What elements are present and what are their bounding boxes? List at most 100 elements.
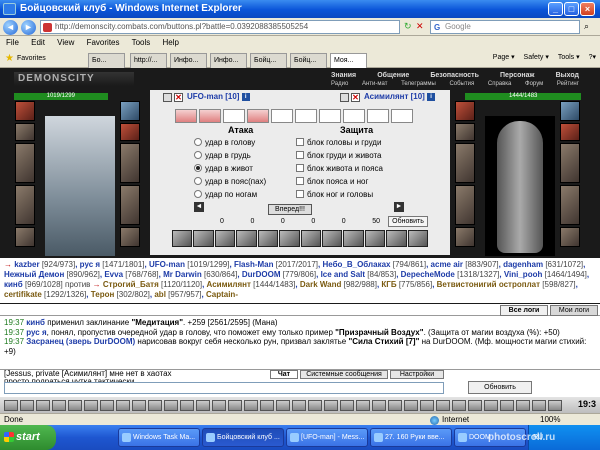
toolbar-icon[interactable] <box>516 399 530 411</box>
toolbar-icon[interactable] <box>292 399 306 411</box>
roster-player[interactable]: abl <box>154 290 166 299</box>
spell-icon[interactable] <box>407 230 429 247</box>
info-icon[interactable]: i <box>427 92 436 101</box>
tab-system-messages[interactable]: Системные сообщения <box>300 370 388 379</box>
game-menu-item[interactable]: Безопасность <box>430 72 479 81</box>
tab-all-logs[interactable]: Все логи <box>500 305 548 316</box>
fighter-right-name[interactable]: Асимилянт [10] i <box>364 92 436 101</box>
trick-slot-icon[interactable] <box>295 109 317 123</box>
toolbar-icon[interactable] <box>180 399 194 411</box>
spell-icon[interactable] <box>193 230 214 247</box>
update-button[interactable]: Обновить <box>388 216 428 227</box>
taskbar-item[interactable]: 27. 160 Руки вве... <box>370 428 452 447</box>
roster-player[interactable]: Dark Wand <box>300 280 342 289</box>
toolbar-icon[interactable] <box>148 399 162 411</box>
forward-arrow-icon[interactable]: ► <box>21 20 36 35</box>
toolbar-icon[interactable] <box>68 399 82 411</box>
spell-icon[interactable] <box>321 230 343 247</box>
trick-slot-icon[interactable] <box>343 109 365 123</box>
roster-player[interactable]: Vini_pooh <box>504 270 543 279</box>
boots-slot-icon[interactable] <box>120 227 140 247</box>
toolbar-icon[interactable] <box>484 399 498 411</box>
toolbar-icon[interactable] <box>36 399 50 411</box>
spell-icon[interactable] <box>214 230 236 247</box>
refresh-icon[interactable]: ↻ <box>404 21 412 32</box>
menu-view[interactable]: View <box>57 38 74 47</box>
roster-player[interactable]: acme air <box>431 260 463 269</box>
roster-player[interactable]: DepecheMode <box>401 270 455 279</box>
help-menu[interactable]: ?▾ <box>589 54 596 61</box>
roster-player[interactable]: Evva <box>104 270 123 279</box>
trick-slot-icon[interactable] <box>319 109 341 123</box>
toolbar-icon[interactable] <box>52 399 66 411</box>
info-icon[interactable]: i <box>241 92 250 101</box>
menu-favorites[interactable]: Favorites <box>87 38 120 47</box>
game-menu-item[interactable]: Выход <box>556 72 579 81</box>
close-button[interactable]: × <box>580 2 595 16</box>
maximize-button[interactable]: □ <box>564 2 579 16</box>
tools-menu[interactable]: Tools ▾ <box>558 54 580 61</box>
belt-slot-icon[interactable] <box>15 227 35 247</box>
game-submenu-item[interactable]: Справка <box>488 81 512 89</box>
roster-player[interactable]: kazber <box>14 260 39 269</box>
game-menu-item[interactable]: Общение <box>377 72 409 81</box>
toolbar-icon[interactable] <box>164 399 178 411</box>
trick-slot-icon[interactable] <box>391 109 413 123</box>
defense-checkbox[interactable] <box>296 177 304 185</box>
fighter-left-name[interactable]: UFO-man [10] i <box>187 92 250 101</box>
toolbar-icon[interactable] <box>452 399 466 411</box>
menu-file[interactable]: File <box>6 38 19 47</box>
log-actor[interactable]: кинб <box>26 318 45 327</box>
attack-option[interactable]: удар в пояс(пах) <box>194 177 266 187</box>
toolbar-icon[interactable] <box>548 399 562 411</box>
defense-checkbox[interactable] <box>296 190 304 198</box>
page-menu[interactable]: Page ▾ <box>493 54 515 61</box>
attack-radio[interactable] <box>194 151 202 159</box>
spell-icon[interactable] <box>343 230 364 247</box>
browser-tab[interactable]: Инфо... <box>170 53 207 68</box>
chat-refresh-button[interactable]: Обновить <box>468 381 532 394</box>
toolbar-icon[interactable] <box>116 399 130 411</box>
roster-player[interactable]: certifikate <box>4 290 42 299</box>
game-submenu-item[interactable]: Форум <box>525 81 543 89</box>
chat-input[interactable] <box>4 382 444 394</box>
toolbar-icon[interactable] <box>340 399 354 411</box>
spell-icon[interactable] <box>300 230 321 247</box>
attack-option[interactable]: удар в голову <box>194 138 255 148</box>
defense-option[interactable]: блок живота и пояса <box>296 164 383 174</box>
stop-icon[interactable]: ✕ <box>416 21 424 32</box>
pants-slot-icon[interactable] <box>120 185 140 225</box>
log-actor[interactable]: рус я <box>26 328 46 337</box>
roster-player[interactable]: Ветвистонигий остроплат <box>437 280 540 289</box>
game-submenu-item[interactable]: Рейтинг <box>557 81 579 89</box>
spell-icon[interactable] <box>364 230 386 247</box>
scroll-left-icon[interactable]: ◄ <box>194 202 204 212</box>
roster-player[interactable]: DurDOOM <box>242 270 281 279</box>
toolbar-icon[interactable] <box>468 399 482 411</box>
gloves-slot-icon[interactable] <box>560 123 580 141</box>
toolbar-icon[interactable] <box>404 399 418 411</box>
game-menu-item[interactable]: Персонаж <box>500 72 534 81</box>
toolbar-icon[interactable] <box>388 399 402 411</box>
toolbar-icon[interactable] <box>372 399 386 411</box>
defense-option[interactable]: блок ног и головы <box>296 190 373 200</box>
forward-button[interactable]: Вперед!!! <box>268 204 312 215</box>
roster-player[interactable]: Строгий_Батя <box>103 280 159 289</box>
amulet-slot-icon[interactable] <box>15 123 35 141</box>
defense-option[interactable]: блок головы и груди <box>296 138 381 148</box>
game-submenu-item[interactable]: Телеграммы <box>401 81 436 89</box>
toolbar-icon[interactable] <box>20 399 34 411</box>
favorites-button[interactable]: ★ Favorites <box>4 52 54 66</box>
search-input[interactable]: G Google <box>430 20 580 34</box>
roster-player[interactable]: Небо_В_Облаках <box>322 260 390 269</box>
attack-option[interactable]: удар в живот <box>194 164 253 174</box>
roster-player[interactable]: Mr Darwin <box>163 270 202 279</box>
address-input[interactable]: http://demonscity.combats.com/buttons.pl… <box>40 20 400 34</box>
trick-slot-icon[interactable] <box>271 109 293 123</box>
spell-icon[interactable] <box>236 230 257 247</box>
belt-slot-icon[interactable] <box>455 227 475 247</box>
helmet-slot-icon[interactable] <box>455 101 475 121</box>
browser-tab[interactable]: Бо... <box>88 53 125 68</box>
weapon-slot-icon[interactable] <box>15 143 35 183</box>
defense-checkbox[interactable] <box>296 151 304 159</box>
